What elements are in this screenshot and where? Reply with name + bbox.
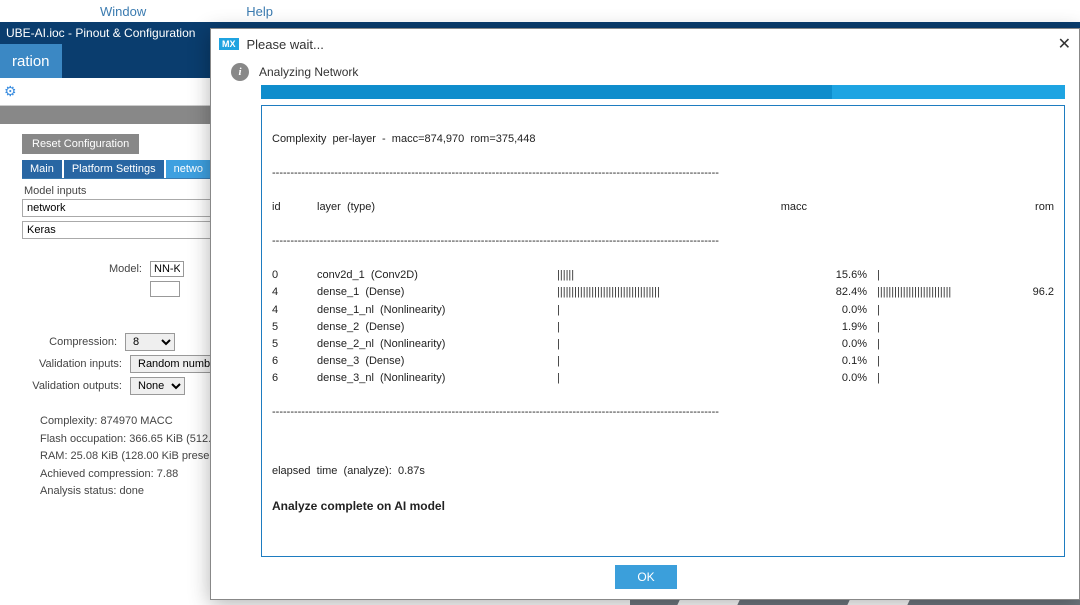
model-input[interactable] <box>150 261 184 277</box>
console-row: 4dense_1_nl (Nonlinearity)|0.0%| <box>272 302 1054 319</box>
tab-network[interactable]: netwo <box>166 160 211 178</box>
tab-platform-settings[interactable]: Platform Settings <box>64 160 164 178</box>
console-row: 6dense_3 (Dense)|0.1%| <box>272 353 1054 370</box>
console-row: 0conv2d_1 (Conv2D)||||||15.6%| <box>272 267 1054 284</box>
console-header: idlayer (type)maccrom <box>272 199 1054 216</box>
analyzing-label: Analyzing Network <box>259 65 358 79</box>
dialog-titlebar: MX Please wait... ✕ <box>211 29 1079 59</box>
analysis-console: Complexity per-layer - macc=874,970 rom=… <box>261 105 1065 557</box>
compression-label: Compression: <box>22 336 117 348</box>
validation-outputs-select[interactable]: None <box>130 377 185 395</box>
info-icon: i <box>231 63 249 81</box>
console-summary: Complexity per-layer - macc=874,970 rom=… <box>272 131 1054 148</box>
ribbon-tab-configuration[interactable]: ration <box>0 45 62 78</box>
console-row: 5dense_2_nl (Nonlinearity)|0.0%| <box>272 336 1054 353</box>
progress-bar <box>261 85 1065 99</box>
console-elapsed: elapsed time (analyze): 0.87s <box>272 463 1054 480</box>
console-row: 4dense_1 (Dense)||||||||||||||||||||||||… <box>272 284 1054 301</box>
ok-button[interactable]: OK <box>615 565 676 589</box>
console-row: 6dense_3_nl (Nonlinearity)|0.0%| <box>272 370 1054 387</box>
menu-window[interactable]: Window <box>100 4 146 19</box>
console-complete: Analyze complete on AI model <box>272 497 1054 516</box>
validation-outputs-label: Validation outputs: <box>22 380 122 392</box>
tab-main[interactable]: Main <box>22 160 62 178</box>
reset-configuration-button[interactable]: Reset Configuration <box>22 134 139 154</box>
menu-help[interactable]: Help <box>246 4 273 19</box>
menubar: Window Help <box>0 0 1080 22</box>
gear-icon[interactable]: ⚙ <box>4 83 17 100</box>
mx-icon: MX <box>219 38 239 50</box>
compression-select[interactable]: 8 <box>125 333 175 351</box>
model-extra-input[interactable] <box>150 281 180 297</box>
model-label: Model: <box>22 263 142 275</box>
dialog-title: Please wait... <box>247 37 324 52</box>
console-row: 5dense_2 (Dense)|1.9%| <box>272 319 1054 336</box>
close-icon[interactable]: ✕ <box>1058 34 1071 54</box>
please-wait-dialog: MX Please wait... ✕ i Analyzing Network … <box>210 28 1080 600</box>
validation-inputs-label: Validation inputs: <box>22 358 122 370</box>
